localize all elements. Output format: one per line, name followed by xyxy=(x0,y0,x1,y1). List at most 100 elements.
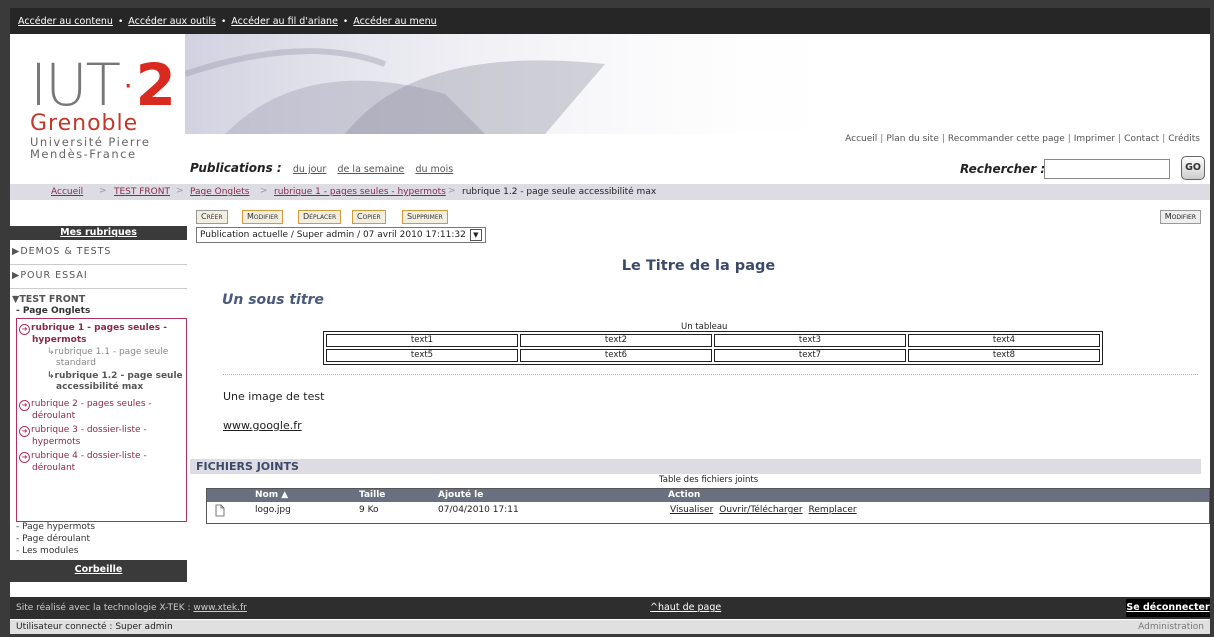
modify-page-button[interactable]: Modifier xyxy=(1159,210,1201,224)
rubrique-1-link[interactable]: ➜ rubrique 1 - pages seules - hypermots xyxy=(19,323,167,346)
modules-link[interactable]: - Les modules xyxy=(16,546,78,556)
footer-tech: Site réalisé avec la technologie X-TEK :… xyxy=(16,603,247,613)
content-table: text1 text2 text3 text4 text5 text6 text… xyxy=(323,331,1103,365)
breadcrumb-separator-icon: > xyxy=(176,186,184,196)
publications-month-link[interactable]: du mois xyxy=(415,164,453,175)
search-label: Rechercher : xyxy=(960,162,1046,176)
skip-to-tools-link[interactable]: Accéder aux outils xyxy=(128,16,216,27)
file-actions: Visualiser Ouvrir/Télécharger Remplacer xyxy=(670,505,863,515)
divider xyxy=(223,374,1198,375)
breadcrumb-test-front[interactable]: TEST FRONT xyxy=(114,187,170,197)
table-cell: text5 xyxy=(326,349,518,362)
footer: Site réalisé avec la technologie X-TEK :… xyxy=(10,597,1210,619)
skip-to-menu-link[interactable]: Accéder au menu xyxy=(353,16,436,27)
download-file-link[interactable]: Ouvrir/Télécharger xyxy=(719,505,802,515)
sub-arrow-icon: ↳ xyxy=(47,371,55,381)
chevron-down-icon: ▼ xyxy=(469,229,482,241)
attachments-table: Nom ▲ Taille Ajouté le Action logo.jpg 9… xyxy=(206,488,1210,524)
rubrique-1-1-link[interactable]: ↳rubrique 1.1 - page seule standard xyxy=(47,347,168,369)
modify-button[interactable]: Modifier xyxy=(242,210,284,224)
trash-button[interactable]: Corbeille xyxy=(10,560,187,582)
arrow-circle-icon: ➜ xyxy=(19,426,30,437)
rubrique-2-link[interactable]: ➜ rubrique 2 - pages seules - déroulant xyxy=(19,399,152,422)
column-name-header[interactable]: Nom ▲ xyxy=(255,490,288,500)
recommend-link[interactable]: Recommander cette page xyxy=(948,134,1065,144)
copy-button[interactable]: Copier xyxy=(352,210,386,224)
section-test-front[interactable]: ▼TEST FRONT xyxy=(12,294,85,305)
logout-button[interactable]: Se déconnecter xyxy=(1126,599,1210,617)
publication-select[interactable]: Publication actuelle / Super admin / 07 … xyxy=(196,227,486,243)
back-to-top-link[interactable]: ^haut de page xyxy=(650,602,721,613)
contact-link[interactable]: Contact xyxy=(1124,134,1159,144)
attachments-heading: FICHIERS JOINTS xyxy=(196,460,299,473)
breadcrumb-separator-icon: > xyxy=(448,186,456,196)
page-subtitle: Un sous titre xyxy=(222,292,324,308)
create-button[interactable]: Créer xyxy=(196,210,228,224)
arrow-circle-icon: ➜ xyxy=(19,400,30,411)
publications-week-link[interactable]: de la semaine xyxy=(338,164,405,175)
rubrique-list: ➜ rubrique 1 - pages seules - hypermots ↳r… xyxy=(16,318,187,522)
my-sections-heading[interactable]: Mes rubriques xyxy=(10,226,187,240)
publications-label: Publications : xyxy=(190,161,282,175)
column-action-header: Action xyxy=(668,490,701,500)
rubrique-4-link[interactable]: ➜ rubrique 4 - dossier-liste - déroulant xyxy=(19,451,147,474)
publications-day-link[interactable]: du jour xyxy=(293,164,326,175)
file-size: 9 Ko xyxy=(359,505,379,515)
image-alt-text: Une image de test xyxy=(223,390,325,403)
divider xyxy=(10,264,187,265)
table-row: text5 text6 text7 text8 xyxy=(326,349,1100,362)
section-demos-tests[interactable]: ▶DEMOS & TESTS xyxy=(12,246,111,257)
sitemap-link[interactable]: Plan du site xyxy=(886,134,939,144)
breadcrumb-rubrique-1[interactable]: rubrique 1 - pages seules - hypermots xyxy=(274,187,446,197)
table-cell: text3 xyxy=(714,334,906,347)
attachments-heading-bar: FICHIERS JOINTS xyxy=(190,459,1201,474)
table-cell: text8 xyxy=(908,349,1100,362)
page-title: Le Titre de la page xyxy=(621,258,776,274)
view-file-link[interactable]: Visualiser xyxy=(670,505,713,515)
xtek-link[interactable]: www.xtek.fr xyxy=(193,603,246,613)
print-link[interactable]: Imprimer xyxy=(1074,134,1115,144)
table-cell: text4 xyxy=(908,334,1100,347)
section-pour-essai[interactable]: ▶POUR ESSAI xyxy=(12,270,88,281)
connected-user: Utilisateur connecté : Super admin xyxy=(16,622,173,632)
attachments-table-header: Nom ▲ Taille Ajouté le Action xyxy=(207,489,1209,502)
table-row: text1 text2 text3 text4 xyxy=(326,334,1100,347)
arrow-circle-icon: ➜ xyxy=(19,452,30,463)
arrow-circle-icon: ➜ xyxy=(19,324,30,335)
administration-link[interactable]: Administration xyxy=(1138,622,1204,632)
credits-link[interactable]: Crédits xyxy=(1168,134,1200,144)
breadcrumb-current: rubrique 1.2 - page seule accessibilité … xyxy=(462,187,657,197)
search-input[interactable] xyxy=(1044,159,1170,179)
home-link[interactable]: Accueil xyxy=(845,134,877,144)
skip-to-breadcrumb-link[interactable]: Accéder au fil d'ariane xyxy=(231,16,338,27)
divider xyxy=(10,288,187,289)
file-name: logo.jpg xyxy=(255,505,291,515)
breadcrumb-separator-icon: > xyxy=(99,186,107,196)
page-deroulant-link[interactable]: - Page déroulant xyxy=(16,534,90,544)
attachments-caption: Table des fichiers joints xyxy=(659,475,759,485)
google-link[interactable]: www.google.fr xyxy=(223,419,302,432)
skip-links-bar: Accéder au contenu • Accéder aux outils • Ac… xyxy=(10,8,1210,34)
page-hypermots-link[interactable]: - Page hypermots xyxy=(16,522,95,532)
page: IUT·2 Grenoble Université Pierre Mendès-… xyxy=(10,34,1210,634)
breadcrumb-home[interactable]: Accueil xyxy=(51,187,83,197)
table-cell: text6 xyxy=(520,349,712,362)
column-date-header: Ajouté le xyxy=(438,490,484,500)
table-cell: text7 xyxy=(714,349,906,362)
logo-univ2: Mendès-France xyxy=(30,147,137,161)
rubrique-3-link[interactable]: ➜ rubrique 3 - dossier-liste - hypermots xyxy=(19,425,147,448)
move-button[interactable]: Déplacer xyxy=(298,210,342,224)
rubrique-1-2-link[interactable]: ↳rubrique 1.2 - page seule accessibilité … xyxy=(47,371,183,393)
breadcrumb-page-onglets[interactable]: Page Onglets xyxy=(190,187,249,197)
replace-file-link[interactable]: Remplacer xyxy=(809,505,857,515)
header: IUT·2 Grenoble Université Pierre Mendès-… xyxy=(10,34,1210,180)
iut2-logo[interactable]: IUT·2 Grenoble Université Pierre Mendès-… xyxy=(30,56,190,160)
main-content: Créer Modifier Déplacer Copier Supprimer… xyxy=(190,210,1210,596)
search-go-button[interactable]: GO xyxy=(1181,156,1205,180)
delete-button[interactable]: Supprimer xyxy=(402,210,448,224)
skip-to-content-link[interactable]: Accéder au contenu xyxy=(18,16,113,27)
file-icon xyxy=(215,504,225,520)
page-onglets-link[interactable]: - Page Onglets xyxy=(16,306,90,316)
breadcrumb-separator-icon: > xyxy=(260,186,268,196)
table-cell: text1 xyxy=(326,334,518,347)
